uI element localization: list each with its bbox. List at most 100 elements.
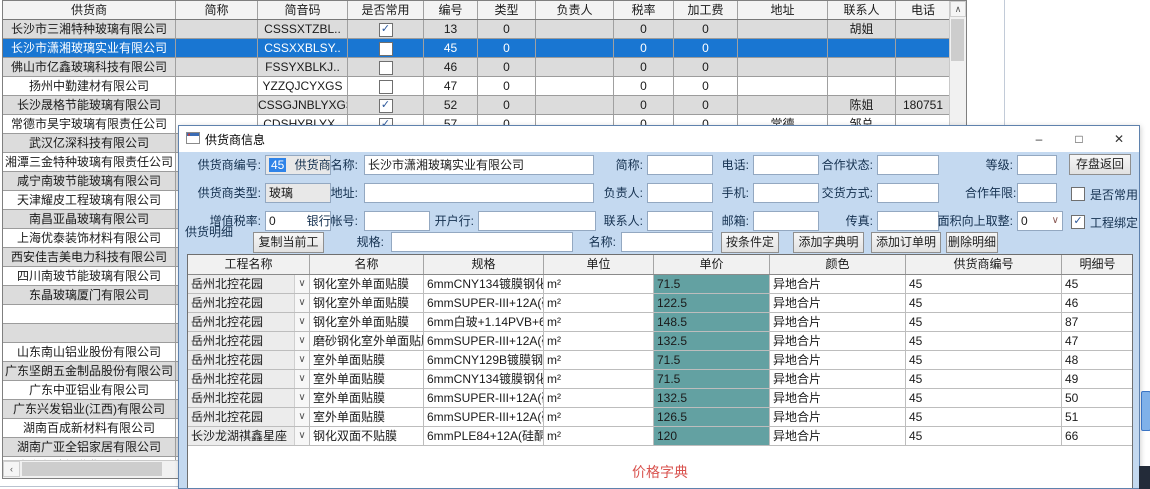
column-header[interactable]: 供货商 — [3, 1, 176, 19]
column-header[interactable]: 类型 — [478, 1, 536, 19]
cell: 广东兴发铝业(江西)有限公司 — [3, 400, 176, 418]
column-header[interactable]: 供货商编号 — [906, 255, 1062, 274]
cell — [738, 58, 828, 76]
detail-row[interactable]: 岳州北控花园∨钢化室外单面贴膜6mm白玻+1.14PVB+6mm...m²148… — [188, 313, 1132, 332]
column-header[interactable]: 联系人 — [828, 1, 896, 19]
copy-project-button[interactable]: 复制当前工程 — [253, 232, 324, 253]
column-header[interactable]: 名称 — [310, 255, 424, 274]
locate-button[interactable]: 按条件定位 — [721, 232, 779, 253]
spec-filter-label: 规格: — [354, 232, 384, 252]
address-input[interactable] — [364, 183, 594, 203]
checkbox-checked-icon[interactable]: ✓ — [379, 99, 393, 113]
column-header[interactable]: 规格 — [424, 255, 544, 274]
cell: 132.5 — [654, 389, 770, 407]
cell: 0 — [614, 77, 674, 95]
project-combo[interactable]: 岳州北控花园∨ — [188, 332, 310, 350]
column-header[interactable]: 单价 — [654, 255, 770, 274]
column-header[interactable]: 地址 — [738, 1, 828, 19]
scroll-up-icon[interactable]: ∧ — [950, 1, 966, 17]
mobile-input[interactable] — [753, 183, 819, 203]
common-use-checkbox[interactable]: 是否常用 — [1071, 186, 1138, 202]
add-dict-detail-button[interactable]: 添加字典明细 — [793, 232, 864, 253]
checkbox-unchecked-icon[interactable] — [379, 42, 393, 56]
detail-row[interactable]: 岳州北控花园∨磨砂钢化室外单面贴膜6mmSUPER-III+12A(硅...m²… — [188, 332, 1132, 351]
maximize-button[interactable]: □ — [1059, 126, 1099, 152]
email-input[interactable] — [753, 211, 819, 231]
manager-label: 负责人: — [603, 183, 643, 203]
detail-row[interactable]: 岳州北控花园∨钢化室外单面贴膜6mmSUPER-III+12A(硅...m²12… — [188, 294, 1132, 313]
phone-input[interactable] — [753, 155, 819, 175]
delete-detail-button[interactable]: 删除明细 — [946, 232, 998, 253]
cell — [828, 39, 896, 57]
bank-input[interactable] — [478, 211, 596, 231]
column-header[interactable]: 是否常用 — [348, 1, 424, 19]
cell: 0 — [674, 96, 738, 114]
abbr-input[interactable] — [647, 155, 713, 175]
project-combo[interactable]: 岳州北控花园∨ — [188, 389, 310, 407]
column-header[interactable]: 明细号 — [1062, 255, 1133, 274]
delivery-input[interactable] — [877, 183, 939, 203]
table-row[interactable]: 扬州中勤建材有限公司YZZQJCYXGS47000 — [3, 77, 966, 96]
column-header[interactable]: 工程名称 — [188, 255, 310, 274]
fax-input[interactable] — [877, 211, 939, 231]
scrollbar-thumb[interactable] — [951, 19, 964, 61]
project-bind-checkbox[interactable]: ✓工程绑定 — [1071, 214, 1138, 230]
checkbox-unchecked-icon[interactable] — [379, 61, 393, 75]
checkbox-checked-icon[interactable]: ✓ — [379, 23, 393, 37]
table-row[interactable]: 长沙市三湘特种玻璃有限公司CSSSXTZBL..✓13000胡姐 — [3, 20, 966, 39]
cell: 山东南山铝业股份有限公司 — [3, 343, 176, 361]
name-filter-input[interactable] — [621, 232, 713, 252]
detail-row[interactable]: 岳州北控花园∨室外单面贴膜6mmCNY134镀膜钢化m²71.5异地合片4549 — [188, 370, 1132, 389]
spec-filter-input[interactable] — [391, 232, 573, 252]
coop-status-input[interactable] — [877, 155, 939, 175]
project-combo[interactable]: 岳州北控花园∨ — [188, 351, 310, 369]
column-header[interactable]: 负责人 — [536, 1, 614, 19]
table-row[interactable]: 长沙市潇湘玻璃实业有限公司CSSXXBLSY..45000 — [3, 39, 966, 58]
detail-row[interactable]: 岳州北控花园∨室外单面贴膜6mmSUPER-III+12A(硅...m²126.… — [188, 408, 1132, 427]
column-header[interactable]: 税率 — [614, 1, 674, 19]
column-header[interactable]: 简音码 — [258, 1, 348, 19]
save-return-button[interactable]: 存盘返回 — [1069, 154, 1131, 175]
column-header[interactable]: 电话 — [896, 1, 951, 19]
cell: 48 — [1062, 351, 1133, 369]
project-combo[interactable]: 长沙龙湖祺鑫星座∨ — [188, 427, 310, 445]
area-round-select[interactable]: 0∨ — [1017, 211, 1063, 231]
table-row[interactable]: 佛山市亿鑫玻璃科技有限公司FSSYXBLKJ..46000 — [3, 58, 966, 77]
scrollbar-thumb[interactable] — [22, 462, 162, 476]
project-combo[interactable]: 岳州北控花园∨ — [188, 275, 310, 293]
background-scrollbar-thumb[interactable] — [1141, 391, 1150, 431]
column-header[interactable]: 编号 — [424, 1, 478, 19]
project-combo[interactable]: 岳州北控花园∨ — [188, 408, 310, 426]
column-header[interactable]: 简称 — [176, 1, 258, 19]
cell — [536, 20, 614, 38]
coop-years-input[interactable] — [1017, 183, 1057, 203]
scroll-left-icon[interactable]: ‹ — [3, 461, 20, 477]
bank-account-input[interactable] — [364, 211, 430, 231]
minimize-button[interactable]: – — [1019, 126, 1059, 152]
checkbox-unchecked-icon[interactable] — [379, 80, 393, 94]
column-header[interactable]: 颜色 — [770, 255, 906, 274]
dialog-titlebar[interactable]: 供货商信息 – □ ✕ — [179, 126, 1139, 152]
manager-input[interactable] — [647, 183, 713, 203]
cell — [828, 77, 896, 95]
project-combo[interactable]: 岳州北控花园∨ — [188, 313, 310, 331]
table-row[interactable]: 长沙晟格节能玻璃有限公司CSSGJNBLYXGS✓52000陈姐180751 — [3, 96, 966, 115]
cell: 陈姐 — [828, 96, 896, 114]
cell: 异地合片 — [770, 294, 906, 312]
column-header[interactable]: 单位 — [544, 255, 654, 274]
column-header[interactable]: 加工费 — [674, 1, 738, 19]
detail-row[interactable]: 岳州北控花园∨室外单面贴膜6mmSUPER-III+12A(硅...m²132.… — [188, 389, 1132, 408]
detail-row[interactable]: 岳州北控花园∨室外单面贴膜6mmCNY129B镀膜钢化m²71.5异地合片454… — [188, 351, 1132, 370]
detail-row[interactable]: 岳州北控花园∨钢化室外单面贴膜6mmCNY134镀膜钢化m²71.5异地合片45… — [188, 275, 1132, 294]
grade-input[interactable] — [1017, 155, 1057, 175]
project-combo[interactable]: 岳州北控花园∨ — [188, 294, 310, 312]
add-order-detail-button[interactable]: 添加订单明细 — [871, 232, 941, 253]
contact-input[interactable] — [647, 211, 713, 231]
supplier-name-input[interactable]: 长沙市潇湘玻璃实业有限公司 — [364, 155, 594, 175]
cell: m² — [544, 275, 654, 293]
price-dictionary-label: 价格字典 — [188, 462, 1132, 482]
project-combo[interactable]: 岳州北控花园∨ — [188, 370, 310, 388]
cell: m² — [544, 351, 654, 369]
close-button[interactable]: ✕ — [1099, 126, 1139, 152]
detail-row[interactable]: 长沙龙湖祺鑫星座∨钢化双面不贴膜6mmPLE84+12A(硅酮胶...m²120… — [188, 427, 1132, 446]
